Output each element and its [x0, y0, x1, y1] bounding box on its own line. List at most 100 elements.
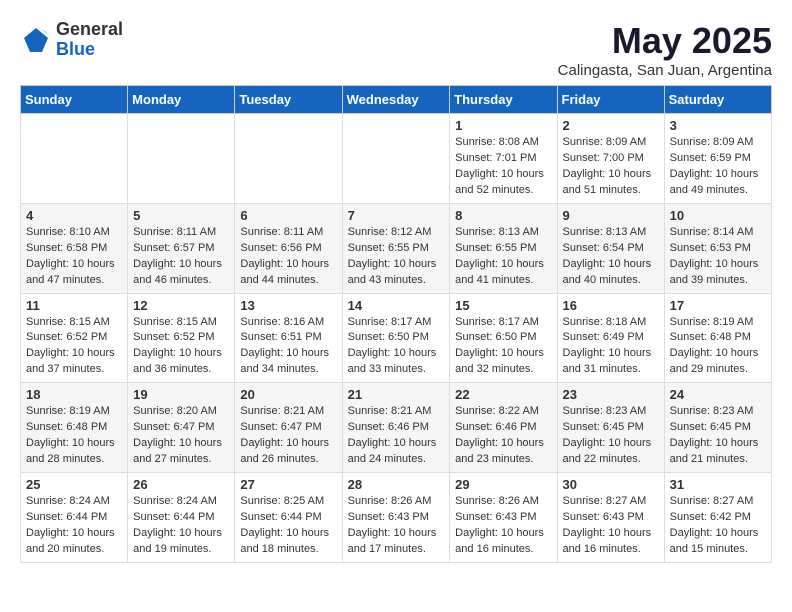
- table-row: 25Sunrise: 8:24 AMSunset: 6:44 PMDayligh…: [21, 473, 128, 563]
- table-row: 4 Sunrise: 8:10 AMSunset: 6:58 PMDaylight…: [21, 203, 128, 293]
- calendar-header-row: Sunday Monday Tuesday Wednesday Thursday…: [21, 86, 772, 114]
- day-number: 4: [26, 208, 122, 223]
- col-tuesday: Tuesday: [235, 86, 342, 114]
- table-row: 22 Sunrise: 8:22 AMSunset: 6:46 PMDayligh…: [450, 383, 557, 473]
- calendar-week-1: 1 Sunrise: 8:08 AMSunset: 7:01 PMDaylight…: [21, 114, 772, 204]
- table-row: 9 Sunrise: 8:13 AMSunset: 6:54 PMDaylight…: [557, 203, 664, 293]
- day-info: Sunrise: 8:20 AMSunset: 6:47 PMDaylight:…: [133, 404, 229, 468]
- table-row: 2Sunrise: 8:09 AMSunset: 7:00 PMDaylight…: [557, 114, 664, 204]
- calendar-week-2: 4 Sunrise: 8:10 AMSunset: 6:58 PMDaylight…: [21, 203, 772, 293]
- table-row: 11 Sunrise: 8:15 AMSunset: 6:52 PMDayligh…: [21, 293, 128, 383]
- col-saturday: Saturday: [664, 86, 771, 114]
- day-info: Sunrise: 8:11 AMSunset: 6:56 PMDaylight:…: [240, 225, 336, 289]
- page: General Blue May 2025 Calingasta, San Ju…: [0, 0, 792, 573]
- table-row: 10Sunrise: 8:14 AMSunset: 6:53 PMDayligh…: [664, 203, 771, 293]
- table-row: 29Sunrise: 8:26 AMSunset: 6:43 PMDayligh…: [450, 473, 557, 563]
- logo-text: General Blue: [56, 20, 123, 60]
- day-number: 1: [455, 118, 551, 133]
- col-thursday: Thursday: [450, 86, 557, 114]
- table-row: 8 Sunrise: 8:13 AMSunset: 6:55 PMDaylight…: [450, 203, 557, 293]
- table-row: 30 Sunrise: 8:27 AMSunset: 6:43 PMDayligh…: [557, 473, 664, 563]
- day-number: 26: [133, 477, 229, 492]
- day-info: Sunrise: 8:25 AMSunset: 6:44 PMDaylight:…: [240, 494, 336, 558]
- col-friday: Friday: [557, 86, 664, 114]
- month-title: May 2025: [558, 20, 772, 62]
- day-info: Sunrise: 8:18 AMSunset: 6:49 PMDaylight:…: [563, 315, 659, 379]
- day-number: 30: [563, 477, 659, 492]
- table-row: 12 Sunrise: 8:15 AMSunset: 6:52 PMDayligh…: [128, 293, 235, 383]
- day-number: 25: [26, 477, 122, 492]
- day-info: Sunrise: 8:27 AMSunset: 6:43 PMDaylight:…: [563, 494, 659, 558]
- table-row: 1 Sunrise: 8:08 AMSunset: 7:01 PMDaylight…: [450, 114, 557, 204]
- day-number: 22: [455, 387, 551, 402]
- logo-general-text: General: [56, 20, 123, 40]
- day-info: Sunrise: 8:13 AMSunset: 6:55 PMDaylight:…: [455, 225, 551, 289]
- table-row: 21 Sunrise: 8:21 AMSunset: 6:46 PMDayligh…: [342, 383, 450, 473]
- day-info: Sunrise: 8:11 AMSunset: 6:57 PMDaylight:…: [133, 225, 229, 289]
- table-row: 20Sunrise: 8:21 AMSunset: 6:47 PMDayligh…: [235, 383, 342, 473]
- calendar-week-5: 25 Sunrise: 8:24 AMSunset: 6:44 PMDayligh…: [21, 473, 772, 563]
- day-number: 18: [26, 387, 122, 402]
- table-row: 13Sunrise: 8:16 AMSunset: 6:51 PMDayligh…: [235, 293, 342, 383]
- day-number: 17: [670, 298, 766, 313]
- day-number: 24: [670, 387, 766, 402]
- day-info: Sunrise: 8:26 AMSunset: 6:43 PMDaylight:…: [348, 494, 445, 558]
- day-number: 16: [563, 298, 659, 313]
- day-number: 2: [563, 118, 659, 133]
- day-info: Sunrise: 8:23 AMSunset: 6:45 PMDaylight:…: [563, 404, 659, 468]
- table-row: [342, 114, 450, 204]
- table-row: 17Sunrise: 8:19 AMSunset: 6:48 PMDayligh…: [664, 293, 771, 383]
- table-row: 24Sunrise: 8:23 AMSunset: 6:45 PMDayligh…: [664, 383, 771, 473]
- table-row: 3 Sunrise: 8:09 AMSunset: 6:59 PMDaylight…: [664, 114, 771, 204]
- table-row: 14 Sunrise: 8:17 AMSunset: 6:50 PMDayligh…: [342, 293, 450, 383]
- col-monday: Monday: [128, 86, 235, 114]
- day-info: Sunrise: 8:10 AMSunset: 6:58 PMDaylight:…: [26, 225, 122, 289]
- day-number: 12: [133, 298, 229, 313]
- table-row: [21, 114, 128, 204]
- day-number: 11: [26, 298, 122, 313]
- calendar-table: Sunday Monday Tuesday Wednesday Thursday…: [20, 85, 772, 563]
- day-info: Sunrise: 8:27 AMSunset: 6:42 PMDaylight:…: [670, 494, 766, 558]
- day-info: Sunrise: 8:26 AMSunset: 6:43 PMDaylight:…: [455, 494, 551, 558]
- header: General Blue May 2025 Calingasta, San Ju…: [20, 20, 772, 79]
- day-info: Sunrise: 8:21 AMSunset: 6:46 PMDaylight:…: [348, 404, 445, 468]
- table-row: 6 Sunrise: 8:11 AMSunset: 6:56 PMDaylight…: [235, 203, 342, 293]
- day-number: 27: [240, 477, 336, 492]
- day-number: 13: [240, 298, 336, 313]
- table-row: 5Sunrise: 8:11 AMSunset: 6:57 PMDaylight…: [128, 203, 235, 293]
- day-info: Sunrise: 8:13 AMSunset: 6:54 PMDaylight:…: [563, 225, 659, 289]
- logo: General Blue: [20, 20, 123, 60]
- day-info: Sunrise: 8:15 AMSunset: 6:52 PMDaylight:…: [133, 315, 229, 379]
- logo-icon: [20, 24, 52, 56]
- calendar-week-4: 18 Sunrise: 8:19 AMSunset: 6:48 PMDayligh…: [21, 383, 772, 473]
- table-row: 28Sunrise: 8:26 AMSunset: 6:43 PMDayligh…: [342, 473, 450, 563]
- table-row: 16 Sunrise: 8:18 AMSunset: 6:49 PMDayligh…: [557, 293, 664, 383]
- table-row: 15Sunrise: 8:17 AMSunset: 6:50 PMDayligh…: [450, 293, 557, 383]
- day-info: Sunrise: 8:08 AMSunset: 7:01 PMDaylight:…: [455, 135, 551, 199]
- table-row: 7Sunrise: 8:12 AMSunset: 6:55 PMDaylight…: [342, 203, 450, 293]
- day-number: 14: [348, 298, 445, 313]
- day-info: Sunrise: 8:22 AMSunset: 6:46 PMDaylight:…: [455, 404, 551, 468]
- day-number: 8: [455, 208, 551, 223]
- day-info: Sunrise: 8:17 AMSunset: 6:50 PMDaylight:…: [348, 315, 445, 379]
- day-number: 31: [670, 477, 766, 492]
- day-info: Sunrise: 8:21 AMSunset: 6:47 PMDaylight:…: [240, 404, 336, 468]
- col-wednesday: Wednesday: [342, 86, 450, 114]
- location-subtitle: Calingasta, San Juan, Argentina: [558, 62, 772, 79]
- table-row: [235, 114, 342, 204]
- day-info: Sunrise: 8:15 AMSunset: 6:52 PMDaylight:…: [26, 315, 122, 379]
- table-row: 18 Sunrise: 8:19 AMSunset: 6:48 PMDayligh…: [21, 383, 128, 473]
- day-number: 6: [240, 208, 336, 223]
- table-row: 19Sunrise: 8:20 AMSunset: 6:47 PMDayligh…: [128, 383, 235, 473]
- table-row: 23 Sunrise: 8:23 AMSunset: 6:45 PMDayligh…: [557, 383, 664, 473]
- table-row: 31 Sunrise: 8:27 AMSunset: 6:42 PMDayligh…: [664, 473, 771, 563]
- table-row: [128, 114, 235, 204]
- day-number: 3: [670, 118, 766, 133]
- col-sunday: Sunday: [21, 86, 128, 114]
- day-info: Sunrise: 8:24 AMSunset: 6:44 PMDaylight:…: [133, 494, 229, 558]
- day-info: Sunrise: 8:09 AMSunset: 6:59 PMDaylight:…: [670, 135, 766, 199]
- day-info: Sunrise: 8:19 AMSunset: 6:48 PMDaylight:…: [26, 404, 122, 468]
- day-number: 21: [348, 387, 445, 402]
- day-number: 23: [563, 387, 659, 402]
- day-number: 9: [563, 208, 659, 223]
